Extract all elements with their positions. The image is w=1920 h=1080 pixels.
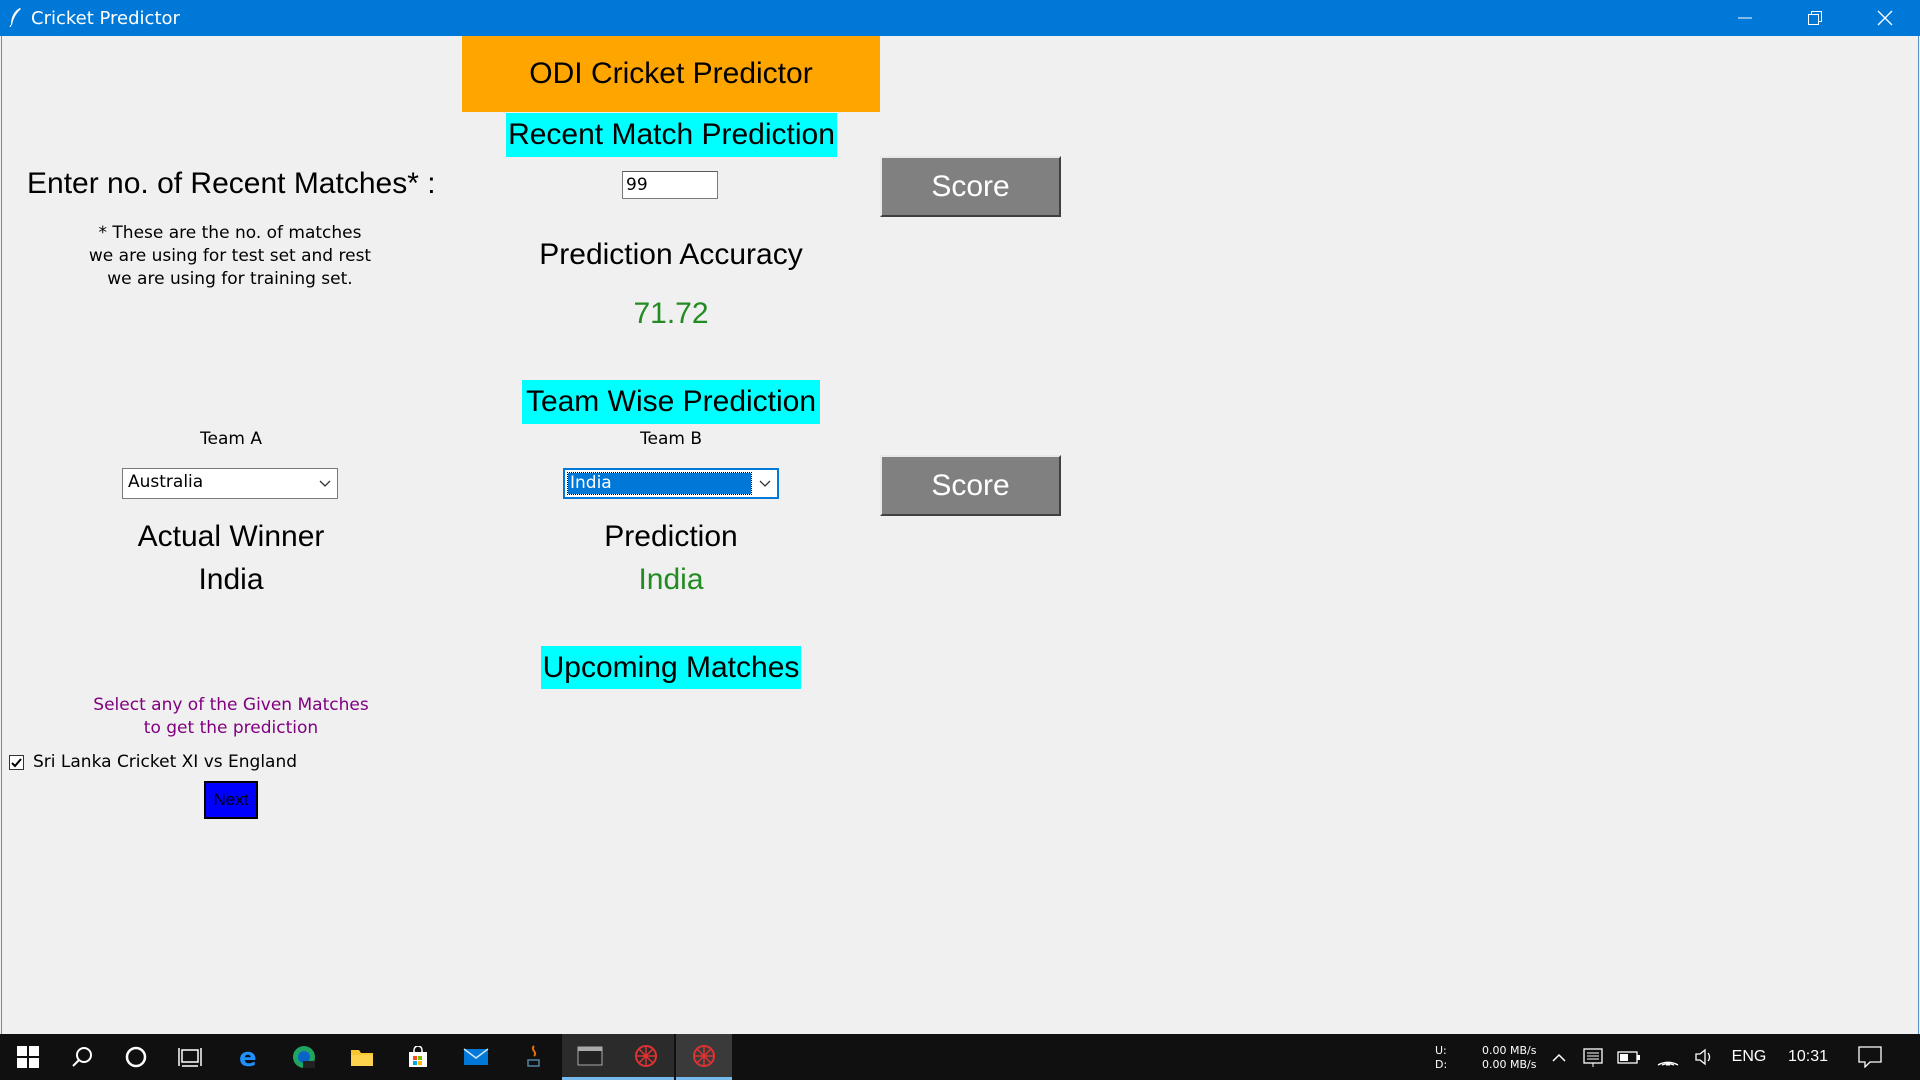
- terminal-button[interactable]: [562, 1034, 618, 1080]
- edge-dev-icon: [293, 1046, 315, 1068]
- next-button[interactable]: Next: [204, 781, 258, 819]
- terminal-icon: [577, 1046, 603, 1065]
- java-app-button[interactable]: [506, 1034, 562, 1080]
- store-button[interactable]: [390, 1034, 446, 1080]
- team-a-combobox[interactable]: Australia: [122, 468, 338, 499]
- wifi-icon: [1657, 1061, 1679, 1066]
- upcoming-match-checkbox-row[interactable]: Sri Lanka Cricket XI vs England: [9, 752, 297, 772]
- edge-legacy-button[interactable]: e: [220, 1034, 276, 1080]
- clock[interactable]: 10:31: [1780, 1034, 1836, 1080]
- minimize-icon: [1738, 17, 1752, 19]
- team-a-label: Team A: [200, 429, 262, 449]
- upcoming-matches-section-title: Upcoming Matches: [541, 646, 801, 689]
- team-b-label: Team B: [640, 429, 702, 449]
- python-tk-button-1[interactable]: [618, 1034, 674, 1080]
- chevron-down-icon[interactable]: [313, 469, 337, 498]
- upcoming-match-checkbox[interactable]: [9, 754, 24, 770]
- start-button[interactable]: [0, 1034, 56, 1080]
- download-speed: 0.00 MB/s: [1482, 1058, 1537, 1071]
- action-center-button[interactable]: [1850, 1034, 1890, 1080]
- tk-feather-icon: [693, 1044, 715, 1067]
- task-view-button[interactable]: [162, 1034, 218, 1080]
- task-view-icon: [178, 1048, 202, 1067]
- speaker-icon: [1695, 1048, 1711, 1066]
- upload-speed: 0.00 MB/s: [1482, 1044, 1537, 1057]
- chevron-down-icon[interactable]: [753, 470, 777, 497]
- prediction-label: Prediction: [604, 520, 738, 553]
- python-tk-button-2[interactable]: [676, 1034, 732, 1080]
- checkmark-icon: [11, 757, 22, 767]
- download-label: D:: [1435, 1058, 1448, 1071]
- instruction-line: to get the prediction: [143, 718, 319, 738]
- network-adapter-icon: [1583, 1048, 1603, 1067]
- restore-icon: [1808, 11, 1822, 25]
- feather-icon: [9, 8, 21, 27]
- battery-icon: [1617, 1051, 1640, 1064]
- prediction-accuracy-value: 71.72: [633, 297, 709, 330]
- actual-winner-label: Actual Winner: [137, 520, 325, 553]
- upcoming-match-label: Sri Lanka Cricket XI vs England: [33, 752, 298, 772]
- store-bag-icon: [409, 1046, 427, 1067]
- app-header: ODI Cricket Predictor: [462, 36, 880, 112]
- prediction-value: India: [638, 563, 704, 596]
- team-score-button[interactable]: Score: [880, 455, 1061, 516]
- minimize-button[interactable]: [1710, 0, 1780, 36]
- mail-icon: [463, 1048, 489, 1065]
- wifi-button[interactable]: [1652, 1034, 1684, 1080]
- tk-feather-icon: [635, 1044, 657, 1067]
- team-b-combobox[interactable]: India: [563, 468, 779, 499]
- recent-score-button-label: Score: [931, 169, 1010, 203]
- svg-text:e: e: [239, 1045, 257, 1069]
- search-button[interactable]: [54, 1034, 110, 1080]
- window-title: Cricket Predictor: [31, 8, 180, 29]
- search-icon: [72, 1047, 92, 1067]
- recent-matches-input-label: Enter no. of Recent Matches* :: [27, 167, 436, 200]
- mail-button[interactable]: [448, 1034, 504, 1080]
- note-line: we are using for training set.: [107, 269, 353, 289]
- volume-button[interactable]: [1690, 1034, 1720, 1080]
- upcoming-instruction: Select any of the Given Matches to get t…: [81, 694, 381, 740]
- recent-matches-input[interactable]: [622, 171, 718, 199]
- app-header-title: ODI Cricket Predictor: [529, 57, 813, 90]
- restore-button[interactable]: [1780, 0, 1850, 36]
- windows-logo-icon: [17, 1046, 39, 1068]
- recent-match-section-title: Recent Match Prediction: [506, 113, 837, 157]
- actual-winner-value: India: [198, 563, 264, 596]
- net-speed-labels: U: D:: [1435, 1044, 1447, 1072]
- team-b-selected-value: India: [567, 472, 752, 495]
- instruction-line: Select any of the Given Matches: [93, 695, 369, 715]
- upload-label: U:: [1435, 1044, 1447, 1057]
- notification-icon: [1858, 1046, 1882, 1068]
- note-line: * These are the no. of matches: [98, 223, 362, 243]
- file-explorer-button[interactable]: [334, 1034, 390, 1080]
- show-hidden-icons-button[interactable]: [1546, 1034, 1572, 1080]
- chevron-up-icon: [1552, 1053, 1566, 1062]
- team-wise-section-title: Team Wise Prediction: [522, 380, 820, 424]
- next-button-label: Next: [213, 790, 249, 809]
- net-speed-values: 0.00 MB/s 0.00 MB/s: [1482, 1044, 1536, 1072]
- java-icon: [527, 1045, 540, 1067]
- close-button[interactable]: [1850, 0, 1920, 36]
- battery-button[interactable]: [1614, 1034, 1644, 1080]
- recent-score-button[interactable]: Score: [880, 156, 1061, 217]
- taskbar: e U: D: 0.00 MB/s 0.00 MB/s ENG 10:31: [0, 1034, 1920, 1080]
- language-indicator[interactable]: ENG: [1728, 1034, 1770, 1080]
- note-line: we are using for test set and rest: [88, 246, 372, 266]
- team-a-selected-value: Australia: [128, 472, 204, 492]
- cortana-icon: [125, 1046, 147, 1068]
- prediction-accuracy-label: Prediction Accuracy: [539, 238, 803, 271]
- close-icon: [1877, 10, 1893, 26]
- edge-dev-button[interactable]: [276, 1034, 332, 1080]
- tray-app-button[interactable]: [1578, 1034, 1608, 1080]
- team-score-button-label: Score: [931, 468, 1010, 502]
- cortana-button[interactable]: [108, 1034, 164, 1080]
- title-bar: Cricket Predictor: [0, 0, 1920, 36]
- recent-matches-note: * These are the no. of matches we are us…: [80, 222, 380, 291]
- edge-legacy-icon: e: [239, 1045, 257, 1069]
- folder-icon: [351, 1050, 373, 1066]
